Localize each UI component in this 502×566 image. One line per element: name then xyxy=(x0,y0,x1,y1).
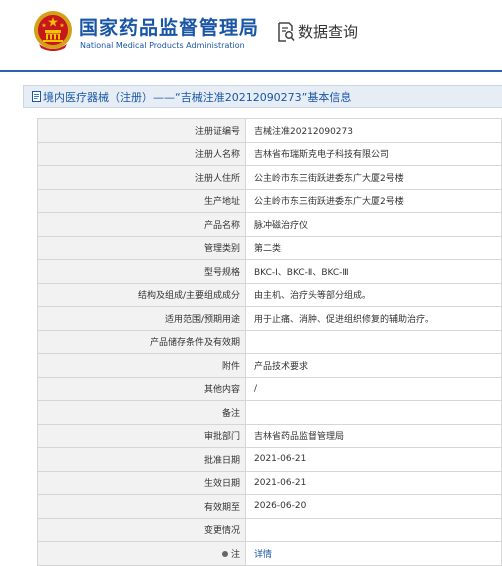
row-label: 批准日期 xyxy=(37,447,246,472)
row-value xyxy=(245,517,502,542)
table-row: 生产地址 公主岭市东三街跃进委东广大厦2号楼 xyxy=(37,188,502,213)
row-label: 有效期至 xyxy=(37,494,246,519)
record-title: 境内医疗器械（注册）——“吉械注准20212090273”基本信息 xyxy=(43,90,352,104)
table-row: 注册人名称 吉林省布瑞斯克电子科技有限公司 xyxy=(37,141,502,166)
row-label: 备注 xyxy=(37,400,246,425)
row-label: 变更情况 xyxy=(37,517,246,542)
row-label: 附件 xyxy=(37,353,246,378)
table-row: 结构及组成/主要组成成分 由主机、治疗头等部分组成。 xyxy=(37,282,502,307)
row-value: 第二类 xyxy=(245,235,502,260)
row-value: 用于止痛、消肿、促进组织修复的辅助治疗。 xyxy=(245,306,502,331)
row-value: BKC-Ⅰ、BKC-Ⅱ、BKC-Ⅲ xyxy=(245,259,502,284)
details-link[interactable]: 详情 xyxy=(245,541,502,566)
table-row: 变更情况 xyxy=(37,517,502,542)
org-name-en: National Medical Products Administration xyxy=(80,41,245,50)
table-row: 管理类别 第二类 xyxy=(37,235,502,260)
table-row: 审批部门 吉林省药品监督管理局 xyxy=(37,423,502,448)
table-row: 备注 xyxy=(37,400,502,425)
row-value: 公主岭市东三街跃进委东广大厦2号楼 xyxy=(245,165,502,190)
row-value: / xyxy=(245,376,502,401)
data-query-label: 数据查询 xyxy=(298,23,359,41)
note-label-cell: 注 xyxy=(37,541,246,566)
table-row: 附件 产品技术要求 xyxy=(37,353,502,378)
row-label: 产品名称 xyxy=(37,212,246,237)
row-label: 管理类别 xyxy=(37,235,246,260)
row-label: 适用范围/预期用途 xyxy=(37,306,246,331)
table-row: 产品名称 脉冲磁治疗仪 xyxy=(37,212,502,237)
data-query-icon xyxy=(278,21,295,42)
row-value: 吉林省布瑞斯克电子科技有限公司 xyxy=(245,141,502,166)
table-row: 生效日期 2021-06-21 xyxy=(37,470,502,495)
row-value: 吉林省药品监督管理局 xyxy=(245,423,502,448)
table-row: 适用范围/预期用途 用于止痛、消肿、促进组织修复的辅助治疗。 xyxy=(37,306,502,331)
row-value: 由主机、治疗头等部分组成。 xyxy=(245,282,502,307)
row-value: 产品技术要求 xyxy=(245,353,502,378)
table-row: 注册证编号 吉械注准20212090273 xyxy=(37,118,502,143)
row-label: 生效日期 xyxy=(37,470,246,495)
row-label: 注册证编号 xyxy=(37,118,246,143)
header-divider xyxy=(0,70,502,72)
row-value: 2026-06-20 xyxy=(245,494,502,519)
record-title-bar: 境内医疗器械（注册）——“吉械注准20212090273”基本信息 xyxy=(23,85,502,108)
info-table-container: 注册证编号 吉械注准20212090273 注册人名称 吉林省布瑞斯克电子科技有限公… xyxy=(37,118,502,566)
site-header: 国家药品监督管理局 National Medical Products Admi… xyxy=(0,0,502,70)
row-value xyxy=(245,329,502,354)
table-row: 注 详情 xyxy=(37,541,502,566)
table-row: 批准日期 2021-06-21 xyxy=(37,447,502,472)
row-label: 注册人住所 xyxy=(37,165,246,190)
row-label: 结构及组成/主要组成成分 xyxy=(37,282,246,307)
row-value: 公主岭市东三街跃进委东广大厦2号楼 xyxy=(245,188,502,213)
national-emblem-icon xyxy=(34,11,72,51)
table-row: 其他内容 / xyxy=(37,376,502,401)
row-label: 注册人名称 xyxy=(37,141,246,166)
table-row: 有效期至 2026-06-20 xyxy=(37,494,502,519)
note-icon xyxy=(221,551,228,558)
row-label: 产品储存条件及有效期 xyxy=(37,329,246,354)
row-label: 生产地址 xyxy=(37,188,246,213)
table-row: 注册人住所 公主岭市东三街跃进委东广大厦2号楼 xyxy=(37,165,502,190)
row-label: 注 xyxy=(230,549,240,560)
table-row: 产品储存条件及有效期 xyxy=(37,329,502,354)
row-label: 型号规格 xyxy=(37,259,246,284)
row-value: 2021-06-21 xyxy=(245,470,502,495)
row-label: 审批部门 xyxy=(37,423,246,448)
row-value: 2021-06-21 xyxy=(245,447,502,472)
org-name-cn: 国家药品监督管理局 xyxy=(79,17,260,39)
row-value: 脉冲磁治疗仪 xyxy=(245,212,502,237)
row-value: 吉械注准20212090273 xyxy=(245,118,502,143)
device-info-table: 注册证编号 吉械注准20212090273 注册人名称 吉林省布瑞斯克电子科技有限公… xyxy=(37,118,502,566)
data-query-link[interactable]: 数据查询 xyxy=(277,21,358,42)
document-icon xyxy=(32,91,41,102)
table-row: 型号规格 BKC-Ⅰ、BKC-Ⅱ、BKC-Ⅲ xyxy=(37,259,502,284)
row-value xyxy=(245,400,502,425)
row-label: 其他内容 xyxy=(37,376,246,401)
